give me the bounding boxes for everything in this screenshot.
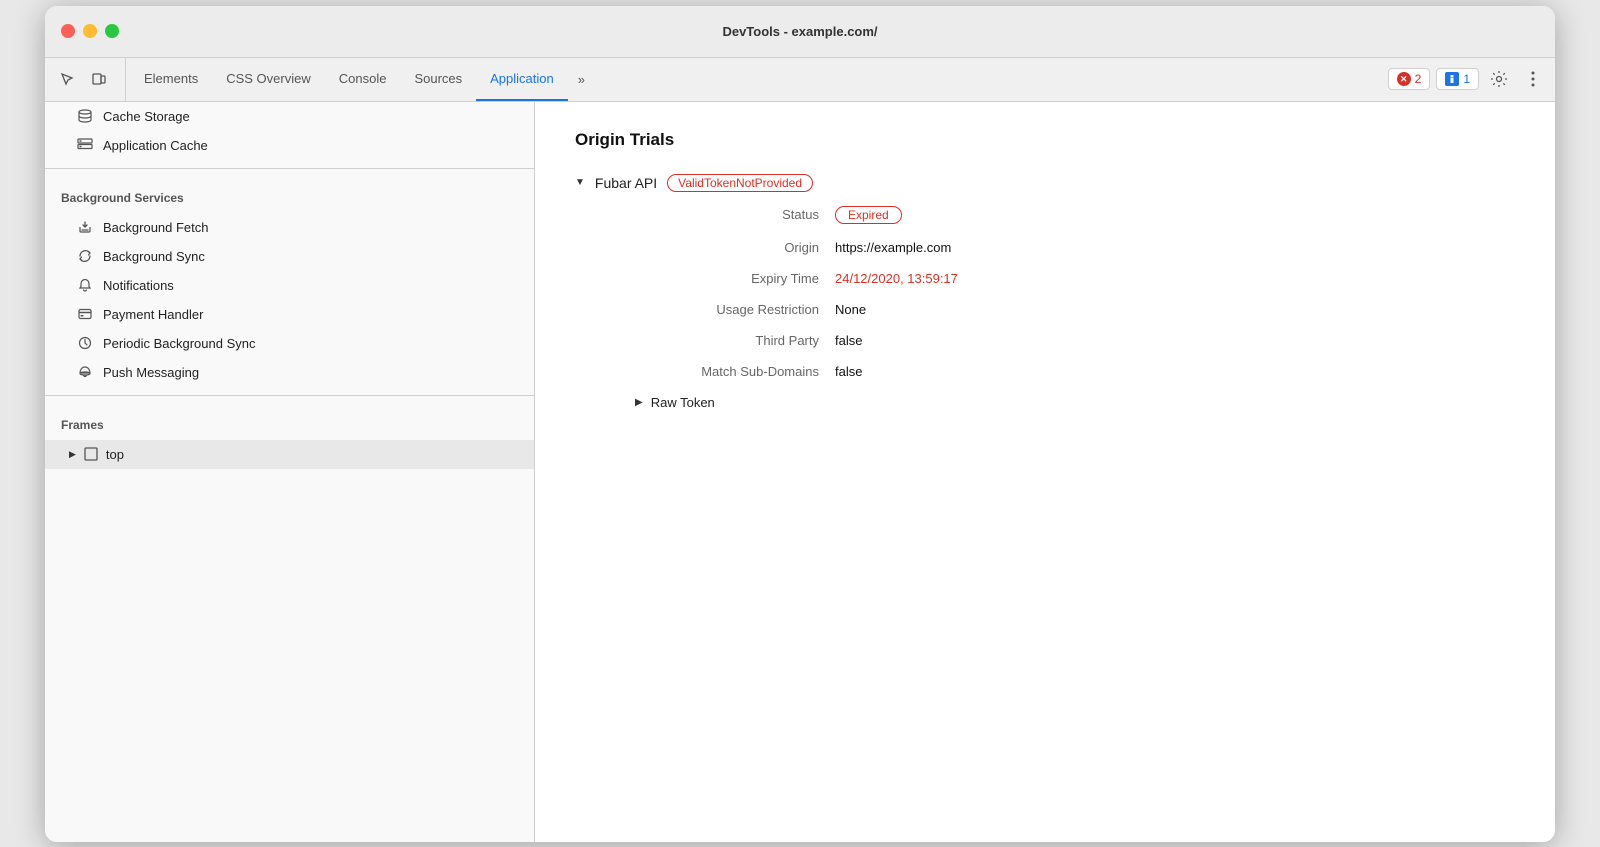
status-value: Expired — [835, 206, 902, 224]
error-badge-button[interactable]: ✕ 2 — [1388, 68, 1431, 90]
usage-value: None — [835, 302, 866, 317]
tab-application[interactable]: Application — [476, 58, 568, 101]
sidebar-item-frames-top[interactable]: ▶ top — [45, 440, 534, 469]
tabbar-right: ✕ 2 1 — [1388, 58, 1547, 101]
sidebar-item-payment-handler[interactable]: Payment Handler — [45, 300, 534, 329]
more-options-icon[interactable] — [1519, 65, 1547, 93]
push-messaging-icon — [77, 366, 93, 378]
raw-token-expand-icon[interactable]: ▶ — [635, 397, 643, 408]
sidebar-divider-1 — [45, 168, 534, 169]
background-services-header: Background Services — [45, 177, 534, 213]
payment-handler-icon — [77, 308, 93, 320]
application-cache-icon — [77, 138, 93, 152]
background-fetch-label: Background Fetch — [103, 220, 209, 235]
maximize-button[interactable] — [105, 24, 119, 38]
raw-token-label: Raw Token — [651, 395, 715, 410]
origin-value: https://example.com — [835, 240, 951, 255]
background-sync-label: Background Sync — [103, 249, 205, 264]
api-header: ▼ Fubar API ValidTokenNotProvided — [575, 174, 1515, 192]
usage-row: Usage Restriction None — [635, 302, 1515, 317]
tabbar: Elements CSS Overview Console Sources Ap… — [45, 58, 1555, 102]
inspect-icon[interactable] — [53, 65, 81, 93]
collapse-chevron-icon[interactable]: ▼ — [575, 177, 585, 188]
usage-label: Usage Restriction — [635, 302, 835, 317]
devtools-window: DevTools - example.com/ Elements CSS Ove… — [45, 6, 1555, 842]
frames-top-label: top — [106, 447, 124, 462]
third-party-label: Third Party — [635, 333, 835, 348]
window-title: DevTools - example.com/ — [722, 24, 877, 39]
third-party-row: Third Party false — [635, 333, 1515, 348]
main-area: Cache Storage Application Cache Backgrou… — [45, 102, 1555, 842]
page-title: Origin Trials — [575, 130, 1515, 150]
info-icon — [1445, 72, 1459, 86]
error-circle-icon: ✕ — [1397, 72, 1411, 86]
periodic-bg-sync-label: Periodic Background Sync — [103, 336, 255, 351]
frame-icon — [84, 447, 98, 461]
sidebar-divider-2 — [45, 395, 534, 396]
tab-sources[interactable]: Sources — [400, 58, 476, 101]
error-count: 2 — [1415, 72, 1422, 86]
cache-storage-label: Cache Storage — [103, 109, 190, 124]
payment-handler-label: Payment Handler — [103, 307, 203, 322]
third-party-value: false — [835, 333, 862, 348]
expand-icon: ▶ — [69, 449, 76, 460]
sidebar-item-background-fetch[interactable]: Background Fetch — [45, 213, 534, 242]
match-subdomains-value: false — [835, 364, 862, 379]
close-button[interactable] — [61, 24, 75, 38]
tab-console[interactable]: Console — [325, 58, 401, 101]
tab-elements[interactable]: Elements — [130, 58, 212, 101]
api-token-badge: ValidTokenNotProvided — [667, 174, 813, 192]
application-cache-label: Application Cache — [103, 138, 208, 153]
sidebar-item-push-messaging[interactable]: Push Messaging — [45, 358, 534, 387]
sidebar-item-periodic-bg-sync[interactable]: Periodic Background Sync — [45, 329, 534, 358]
traffic-lights — [61, 24, 119, 38]
match-subdomains-row: Match Sub-Domains false — [635, 364, 1515, 379]
info-count: 1 — [1463, 72, 1470, 86]
periodic-bg-sync-icon — [77, 336, 93, 350]
status-label: Status — [635, 207, 835, 222]
background-fetch-icon — [77, 220, 93, 234]
expiry-row: Expiry Time 24/12/2020, 13:59:17 — [635, 271, 1515, 286]
tabs-list: Elements CSS Overview Console Sources Ap… — [130, 58, 1388, 101]
sidebar-item-cache-storage[interactable]: Cache Storage — [45, 102, 534, 131]
raw-token-row: ▶ Raw Token — [635, 395, 1515, 410]
info-badge-button[interactable]: 1 — [1436, 68, 1479, 90]
sidebar: Cache Storage Application Cache Backgrou… — [45, 102, 535, 842]
expiry-value: 24/12/2020, 13:59:17 — [835, 271, 958, 286]
api-section: ▼ Fubar API ValidTokenNotProvided Status… — [575, 174, 1515, 410]
detail-table: Status Expired Origin https://example.co… — [635, 206, 1515, 379]
device-icon[interactable] — [85, 65, 113, 93]
minimize-button[interactable] — [83, 24, 97, 38]
origin-row: Origin https://example.com — [635, 240, 1515, 255]
cache-storage-icon — [77, 109, 93, 123]
sidebar-item-background-sync[interactable]: Background Sync — [45, 242, 534, 271]
push-messaging-label: Push Messaging — [103, 365, 199, 380]
tabs-overflow-button[interactable]: » — [568, 58, 595, 101]
tab-css-overview[interactable]: CSS Overview — [212, 58, 325, 101]
background-sync-icon — [77, 249, 93, 263]
origin-label: Origin — [635, 240, 835, 255]
match-subdomains-label: Match Sub-Domains — [635, 364, 835, 379]
api-name: Fubar API — [595, 175, 657, 191]
expiry-label: Expiry Time — [635, 271, 835, 286]
toolbar-icons — [53, 58, 126, 101]
frames-header: Frames — [45, 404, 534, 440]
sidebar-item-application-cache[interactable]: Application Cache — [45, 131, 534, 160]
titlebar: DevTools - example.com/ — [45, 6, 1555, 58]
sidebar-item-notifications[interactable]: Notifications — [45, 271, 534, 300]
notifications-label: Notifications — [103, 278, 174, 293]
settings-icon[interactable] — [1485, 65, 1513, 93]
status-row: Status Expired — [635, 206, 1515, 224]
notifications-icon — [77, 278, 93, 292]
content-panel: Origin Trials ▼ Fubar API ValidTokenNotP… — [535, 102, 1555, 842]
